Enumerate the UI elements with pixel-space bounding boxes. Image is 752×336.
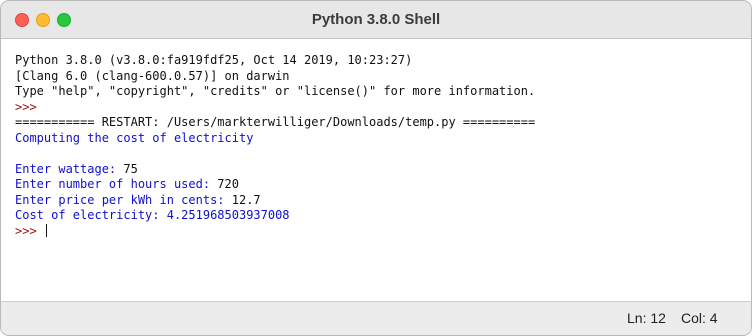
hours-prompt: Enter number of hours used: — [15, 177, 218, 191]
column-number-status: Col: 4 — [681, 310, 718, 326]
window-title: Python 3.8.0 Shell — [311, 11, 441, 28]
title-bar[interactable]: Python 3.8.0 Shell — [1, 1, 751, 39]
program-output-line: Computing the cost of electricity — [15, 130, 254, 145]
shell-text-area[interactable]: Python 3.8.0 (v3.8.0:fa919fdf25, Oct 14 … — [1, 39, 751, 301]
wattage-prompt: Enter wattage: — [15, 161, 124, 176]
python-shell-window: Python 3.8.0 Shell Python 3.8.0 (v3.8.0:… — [0, 0, 752, 336]
shell-line: Type "help", "copyright", "credits" or "… — [15, 84, 536, 98]
shell-line: [Clang 6.0 (clang-600.0.57)] on darwin — [15, 68, 290, 83]
wattage-input-line: Enter wattage: 75 — [15, 162, 751, 178]
hours-input-line: Enter number of hours used: 720 — [15, 177, 751, 193]
current-prompt-line[interactable]: >>> — [15, 223, 751, 240]
wattage-value: 75 — [123, 161, 138, 176]
price-prompt: Enter price per kWh in cents: — [15, 192, 232, 207]
hours-value: 720 — [217, 177, 239, 191]
cost-output-line: Cost of electricity: 4.251968503937008 — [15, 208, 290, 222]
price-input-line: Enter price per kWh in cents: 12.7 — [15, 193, 751, 209]
text-cursor — [45, 223, 47, 237]
status-bar: Ln: 12 Col: 4 — [1, 301, 751, 335]
shell-line: Python 3.8.0 (v3.8.0:fa919fdf25, Oct 14 … — [15, 53, 413, 67]
shell-prompt-line: >>> — [15, 99, 37, 114]
shell-prompt: >>> — [15, 223, 44, 238]
line-number-status: Ln: 12 — [627, 310, 666, 326]
price-value: 12.7 — [231, 192, 261, 207]
blank-output-line — [15, 146, 751, 162]
restart-banner: =========== RESTART: /Users/markterwilli… — [15, 115, 536, 129]
